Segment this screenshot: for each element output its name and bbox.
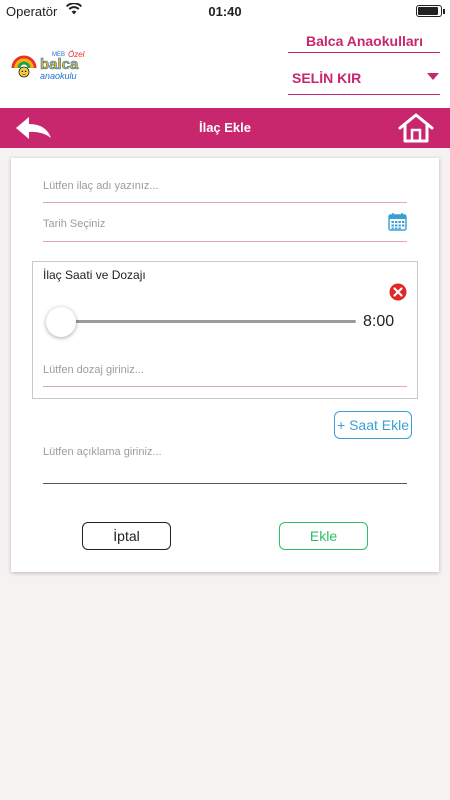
calendar-icon[interactable] (388, 212, 407, 231)
date-picker-input[interactable]: Tarih Seçiniz (43, 218, 105, 230)
dose-input[interactable]: Lütfen dozaj giriniz... (43, 364, 144, 376)
status-bar: Operatör 01:40 (0, 0, 450, 22)
time-slider-track[interactable] (59, 320, 356, 323)
add-button[interactable]: Ekle (279, 522, 368, 550)
medicine-form-card: Lütfen ilaç adı yazınız... Tarih Seçiniz… (11, 158, 439, 572)
school-name-underline (288, 52, 440, 53)
dose-underline (43, 386, 407, 387)
page-title: İlaç Ekle (198, 120, 252, 135)
time-slider-thumb[interactable] (46, 307, 76, 337)
description-underline (43, 483, 407, 484)
battery-icon (416, 5, 445, 17)
add-time-button[interactable]: + Saat Ekle (334, 411, 412, 439)
user-selector-underline (288, 94, 440, 95)
dose-schedule-section: İlaç Saati ve Dozajı 8:00 Lütfen dozaj g… (32, 261, 418, 399)
nav-bar: İlaç Ekle (0, 108, 450, 148)
chevron-down-icon[interactable] (427, 73, 439, 80)
date-underline (43, 241, 407, 242)
app-header: MEB Özel balca anaokulu Balca Anaokullar… (0, 22, 450, 108)
clock-time: 01:40 (208, 4, 242, 19)
medicine-name-underline (43, 202, 407, 203)
time-value: 8:00 (363, 313, 395, 330)
balca-logo: MEB Özel balca anaokulu (11, 50, 85, 81)
school-name: Balca Anaokulları (306, 33, 423, 49)
battery-level-fill (418, 7, 438, 15)
svg-text:anaokulu: anaokulu (40, 71, 77, 81)
description-input[interactable]: Lütfen açıklama giriniz... (43, 446, 162, 458)
close-icon[interactable] (389, 283, 407, 301)
home-icon[interactable] (398, 112, 434, 144)
medicine-name-input[interactable]: Lütfen ilaç adı yazınız... (43, 180, 159, 192)
user-selector-label[interactable]: SELİN KIR (292, 70, 361, 86)
cancel-button[interactable]: İptal (82, 522, 171, 550)
dose-section-title: İlaç Saati ve Dozajı (43, 268, 146, 282)
